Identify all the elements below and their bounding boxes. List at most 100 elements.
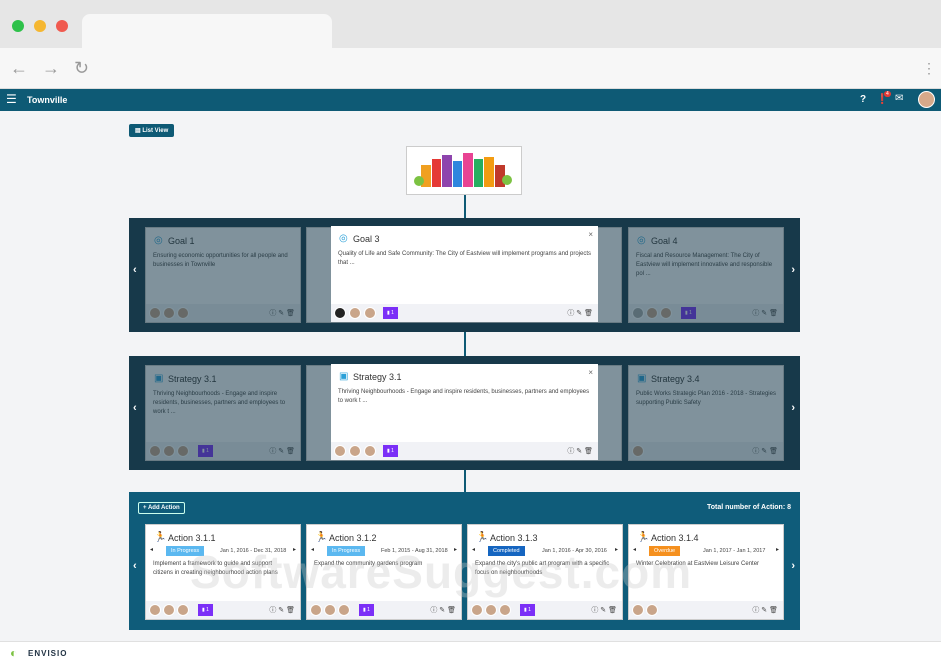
- card-tools[interactable]: ⓘ ✎ 🗑: [591, 605, 617, 615]
- next-arrow-icon[interactable]: ›: [791, 264, 795, 276]
- goal-title: Goal 1: [168, 236, 195, 246]
- card-tools[interactable]: ⓘ ✎ 🗑: [430, 605, 456, 615]
- window-maximize-button[interactable]: [12, 20, 24, 32]
- close-icon[interactable]: ×: [588, 368, 593, 377]
- strategy-card[interactable]: ▣ Strategy 3.4 Public Works Strategic Pla…: [628, 365, 784, 461]
- address-bar[interactable]: [0, 48, 941, 89]
- avatar: [349, 307, 361, 319]
- back-icon[interactable]: ←: [10, 58, 28, 79]
- strategy-card[interactable]: ▣Strategy 3.1 Thriving Neighbourhoods - …: [145, 365, 301, 461]
- action-dates: Jan 1, 2016 - Dec 31, 2018: [216, 546, 290, 556]
- strategy-title: Strategy 3.1: [353, 372, 402, 382]
- action-title: Action 3.1.3: [490, 533, 538, 543]
- window-minimize-button[interactable]: [34, 20, 46, 32]
- goals-panel: ‹ › ◎Goal 1 Ensuring economic opportunit…: [129, 218, 800, 332]
- browser-chrome: ← → ↻ ⋮: [0, 0, 941, 89]
- list-view-button[interactable]: ▤ List View: [129, 124, 174, 137]
- action-card[interactable]: 🏃Action 3.1.3 ◂ Completed Jan 1, 2016 - …: [467, 524, 623, 620]
- action-description: Expand the community gardens program: [314, 560, 454, 569]
- target-icon: ◎: [637, 235, 646, 246]
- next-status-arrow-icon[interactable]: ▸: [776, 546, 779, 553]
- app-header: ☰ Townville ? ❗ 4 ✉: [0, 89, 941, 111]
- avatar: [632, 445, 644, 457]
- notification-badge: 4: [884, 91, 891, 97]
- avatar: [334, 445, 346, 457]
- hamburger-menu-icon[interactable]: ☰: [6, 92, 17, 106]
- avatar: [660, 307, 672, 319]
- card-tools[interactable]: ⓘ ✎ 🗑: [752, 446, 778, 456]
- add-action-button[interactable]: + Add Action: [138, 502, 185, 514]
- strategy-description: Public Works Strategic Plan 2016 - 2018 …: [636, 390, 776, 408]
- reload-icon[interactable]: ↻: [74, 58, 89, 79]
- card-tools[interactable]: ⓘ ✎ 🗑: [567, 308, 593, 318]
- action-card[interactable]: 🏃Action 3.1.2 ◂ In Progress Feb 1, 2015 …: [306, 524, 462, 620]
- prev-status-arrow-icon[interactable]: ◂: [311, 546, 314, 553]
- strategy-description: Thriving Neighbourhoods - Engage and ins…: [338, 388, 591, 406]
- status-badge: Overdue: [649, 546, 680, 556]
- kpi-badge[interactable]: ▮ 1: [359, 604, 374, 616]
- action-title: Action 3.1.4: [651, 533, 699, 543]
- user-avatar[interactable]: [918, 91, 935, 108]
- prev-status-arrow-icon[interactable]: ◂: [150, 546, 153, 553]
- strategy-popup-card[interactable]: ▣Strategy 3.1 × Thriving Neighbourhoods …: [331, 364, 598, 460]
- city-skyline-icon: [407, 147, 521, 194]
- prev-arrow-icon[interactable]: ‹: [133, 402, 137, 414]
- action-title: Action 3.1.2: [329, 533, 377, 543]
- next-arrow-icon[interactable]: ›: [791, 560, 795, 572]
- prev-arrow-icon[interactable]: ‹: [133, 264, 137, 276]
- browser-tab[interactable]: [82, 14, 332, 50]
- card-tools[interactable]: ⓘ ✎ 🗑: [269, 446, 295, 456]
- action-dates: Feb 1, 2015 - Aug 31, 2018: [377, 546, 452, 556]
- kpi-badge[interactable]: ▮ 1: [520, 604, 535, 616]
- action-dates: Jan 1, 2017 - Jan 1, 2017: [699, 546, 769, 556]
- action-dates: Jan 1, 2016 - Apr 30, 2016: [538, 546, 611, 556]
- next-status-arrow-icon[interactable]: ▸: [293, 546, 296, 553]
- forward-icon[interactable]: →: [42, 58, 60, 79]
- next-status-arrow-icon[interactable]: ▸: [615, 546, 618, 553]
- next-arrow-icon[interactable]: ›: [791, 402, 795, 414]
- action-card[interactable]: 🏃Action 3.1.4 ◂ Overdue Jan 1, 2017 - Ja…: [628, 524, 784, 620]
- avatar: [177, 604, 189, 616]
- kpi-badge[interactable]: ▮ 1: [198, 604, 213, 616]
- actions-panel: + Add Action Total number of Action: 8 ‹…: [129, 492, 800, 630]
- avatar: [499, 604, 511, 616]
- goal-card[interactable]: ◎Goal 1 Ensuring economic opportunities …: [145, 227, 301, 323]
- avatar: [646, 307, 658, 319]
- action-runner-icon: 🏃: [154, 532, 166, 543]
- card-tools[interactable]: ⓘ ✎ 🗑: [567, 446, 593, 456]
- card-tools[interactable]: ⓘ ✎ 🗑: [752, 308, 778, 318]
- kpi-badge[interactable]: ▮ 1: [681, 307, 696, 319]
- action-runner-icon: 🏃: [315, 532, 327, 543]
- prev-status-arrow-icon[interactable]: ◂: [633, 546, 636, 553]
- avatar: [149, 604, 161, 616]
- card-tools[interactable]: ⓘ ✎ 🗑: [269, 308, 295, 318]
- help-icon[interactable]: ?: [860, 94, 866, 105]
- target-icon: ◎: [339, 233, 348, 244]
- card-tools[interactable]: ⓘ ✎ 🗑: [269, 605, 295, 615]
- avatar: [149, 307, 161, 319]
- kpi-badge[interactable]: ▮ 1: [383, 445, 398, 457]
- strategy-icon: ▣: [637, 373, 646, 384]
- goal-description: Ensuring economic opportunities for all …: [153, 252, 293, 270]
- prev-arrow-icon[interactable]: ‹: [133, 560, 137, 572]
- strategy-icon: ▣: [154, 373, 163, 384]
- footer: ◐ ENVISIO: [0, 641, 941, 664]
- next-status-arrow-icon[interactable]: ▸: [454, 546, 457, 553]
- card-tools[interactable]: ⓘ ✎ 🗑: [752, 605, 778, 615]
- window-close-button[interactable]: [56, 20, 68, 32]
- goal-card[interactable]: ◎Goal 4 Fiscal and Resource Management: …: [628, 227, 784, 323]
- avatar: [632, 307, 644, 319]
- inbox-icon[interactable]: ✉: [895, 93, 903, 104]
- prev-status-arrow-icon[interactable]: ◂: [472, 546, 475, 553]
- kpi-badge[interactable]: ▮ 1: [383, 307, 398, 319]
- strategy-title: Strategy 3.4: [651, 374, 700, 384]
- browser-menu-icon[interactable]: ⋮: [922, 60, 936, 77]
- goal-popup-card[interactable]: ◎Goal 3 × Quality of Life and Safe Commu…: [331, 226, 598, 322]
- kpi-badge[interactable]: ▮ 1: [198, 445, 213, 457]
- action-description: Winter Celebration at Eastview Leisure C…: [636, 560, 776, 569]
- action-runner-icon: 🏃: [476, 532, 488, 543]
- strategy-description: Thriving Neighbourhoods - Engage and ins…: [153, 390, 293, 417]
- action-card[interactable]: 🏃Action 3.1.1 ◂ In Progress Jan 1, 2016 …: [145, 524, 301, 620]
- avatar: [364, 445, 376, 457]
- close-icon[interactable]: ×: [588, 230, 593, 239]
